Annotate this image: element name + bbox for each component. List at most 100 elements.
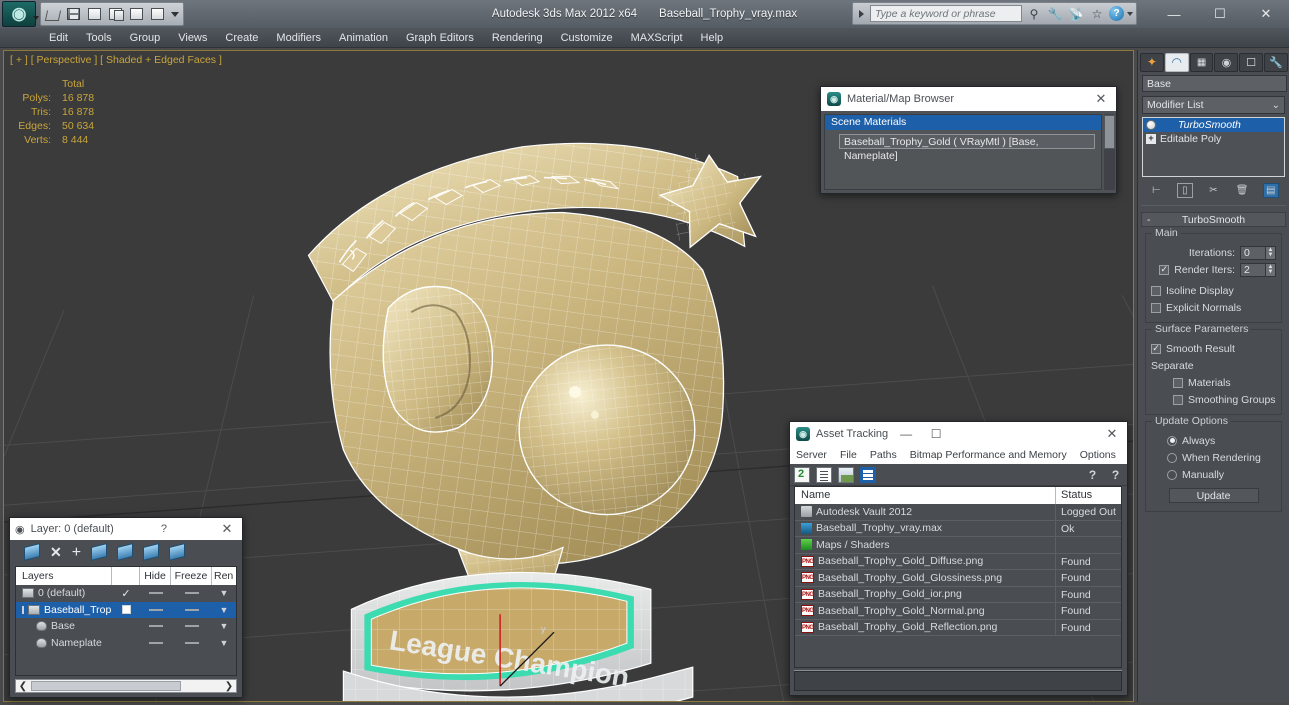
configure-sets-icon[interactable]: ▤ [1262,182,1279,198]
infocenter-caret-icon[interactable] [859,9,864,18]
table-row[interactable]: Autodesk Vault 2012 Logged Out [795,504,1121,521]
menu-item-graph-editors[interactable]: Graph Editors [397,30,483,46]
layer-help-button[interactable]: ? [154,523,174,535]
layer-scroll-thumb[interactable] [31,681,181,691]
material-map-browser-window[interactable]: ◉ Material/Map Browser ✕ Search by Name … [820,86,1117,194]
display-tab[interactable]: ☐ [1239,52,1264,72]
layer-expand-checkbox[interactable] [22,605,24,614]
column-header-render[interactable]: Ren [212,567,236,585]
asset-close-button[interactable]: ✕ [1099,423,1125,445]
iterations-input[interactable] [1240,245,1266,260]
new-layer-icon[interactable] [24,543,40,561]
list-item[interactable]: 0 (default) ✓ ▼ [16,585,236,602]
rollout-collapse-icon[interactable]: - [1147,214,1151,226]
freeze-cell[interactable] [171,592,212,595]
search-icon[interactable]: ⚲ [1025,5,1043,23]
menu-item-group[interactable]: Group [121,30,170,46]
manually-radio[interactable] [1167,469,1177,480]
table-row[interactable]: PNG Baseball_Trophy_Gold_Glossiness.png Fo… [795,570,1121,587]
redo-button[interactable] [148,5,167,24]
list-item[interactable]: Base ▼ [16,618,236,635]
freeze-cell[interactable] [171,625,212,628]
explicit-normals-row[interactable]: Explicit Normals [1151,299,1276,316]
list-view-icon[interactable] [816,466,832,483]
materials-row[interactable]: Materials [1151,374,1276,391]
always-radio[interactable] [1167,435,1177,446]
wrench-icon[interactable]: 🔧 [1046,5,1064,23]
column-header-name[interactable]: Name [795,487,1056,504]
render-iters-spinner[interactable]: ▲▼ [1240,262,1276,277]
create-tab[interactable]: ✦ [1140,52,1164,72]
material-browser-close-button[interactable]: ✕ [1088,88,1114,110]
file-reference-button[interactable] [106,5,125,24]
close-button[interactable]: ✕ [1243,0,1289,28]
manually-row[interactable]: Manually [1151,466,1276,483]
utilities-tab[interactable]: 🔧 [1264,52,1288,72]
select-highlighted-icon[interactable] [117,543,134,561]
expand-icon[interactable]: + [1146,134,1156,144]
make-unique-icon[interactable]: ✂ [1205,183,1221,198]
hide-cell[interactable] [140,592,171,595]
open-file-button[interactable] [43,5,62,24]
always-row[interactable]: Always [1151,432,1276,449]
asset-maximize-button[interactable]: ☐ [924,423,948,445]
add-selection-icon[interactable] [143,543,160,561]
hide-cell[interactable] [140,641,171,644]
select-objects-icon[interactable] [91,543,108,561]
viewport-label[interactable]: [ + ] [ Perspective ] [ Shaded + Edged F… [10,54,222,66]
iterations-spinner[interactable]: ▲▼ [1240,245,1276,260]
smoothing-groups-row[interactable]: Smoothing Groups [1151,391,1276,408]
subscription-icon[interactable]: 📡 [1067,5,1085,23]
modifier-list-dropdown[interactable]: Modifier List ⌄ [1142,96,1285,114]
column-header-status[interactable]: Status [1056,487,1121,504]
app-logo-caret-icon[interactable] [33,16,39,20]
modifier-stack-item-editable-poly[interactable]: + Editable Poly [1143,132,1284,146]
table-row[interactable]: Maps / Shaders [795,537,1121,554]
asset-tracking-table[interactable]: Name Status Autodesk Vault 2012 Logged Ou… [794,486,1122,668]
material-browser-scroll-thumb[interactable] [1104,115,1115,149]
favorites-star-icon[interactable]: ☆ [1088,5,1106,23]
asset-menu-options[interactable]: Options [1080,449,1116,461]
set-current-icon[interactable] [169,543,186,561]
asset-tracking-window[interactable]: ◉ Asset Tracking — ☐ ✕ Server File Paths Bi… [789,421,1128,696]
table-row[interactable]: PNG Baseball_Trophy_Gold_Diffuse.png Found [795,553,1121,570]
remove-modifier-icon[interactable]: 🗑 [1234,183,1250,198]
materials-checkbox[interactable] [1173,377,1183,388]
menu-item-edit[interactable]: Edit [40,30,77,46]
add-layer-icon[interactable]: + [72,544,81,560]
current-checkbox[interactable] [121,605,131,615]
grid-view-icon[interactable] [860,466,876,483]
when-rendering-radio[interactable] [1167,452,1177,463]
hide-cell[interactable] [140,608,171,611]
menu-item-create[interactable]: Create [216,30,267,46]
menu-item-rendering[interactable]: Rendering [483,30,552,46]
freeze-cell[interactable] [171,641,212,644]
when-rendering-row[interactable]: When Rendering [1151,449,1276,466]
rollout-header[interactable]: - TurboSmooth [1141,212,1286,227]
motion-tab[interactable]: ◉ [1214,52,1239,72]
object-name-field[interactable] [1142,75,1287,92]
minimize-button[interactable]: — [1151,0,1197,28]
new-scene-button[interactable] [85,5,104,24]
column-header-hide[interactable]: Hide [140,567,171,585]
menu-item-modifiers[interactable]: Modifiers [267,30,330,46]
menu-item-views[interactable]: Views [169,30,216,46]
column-header-current[interactable] [112,567,140,585]
layer-table[interactable]: Layers Hide Freeze Ren 0 (default) ✓ ▼ Base… [15,566,237,676]
context-help-icon[interactable]: ? [1108,467,1123,482]
help-icon[interactable]: ? [1085,467,1100,482]
scroll-left-icon[interactable]: ❮ [16,681,30,692]
maximize-button[interactable]: ☐ [1197,0,1243,28]
render-iters-checkbox[interactable]: ✓ [1159,264,1170,275]
column-header-layers[interactable]: Layers [16,567,112,585]
isoline-display-checkbox[interactable] [1151,285,1161,296]
app-logo-button[interactable]: ◉ [2,1,36,27]
save-file-button[interactable] [64,5,83,24]
layer-close-button[interactable]: ✕ [214,518,240,540]
asset-menu-file[interactable]: File [840,449,857,461]
command-panel[interactable]: ✦ ◠ ▦ ◉ ☐ 🔧 Modifier List ⌄ TurboSmooth … [1137,50,1289,702]
isoline-display-row[interactable]: Isoline Display [1151,282,1276,299]
render-cell[interactable]: ▼ [212,588,236,598]
update-button[interactable]: Update [1168,488,1259,503]
smooth-result-checkbox[interactable]: ✓ [1151,343,1161,354]
